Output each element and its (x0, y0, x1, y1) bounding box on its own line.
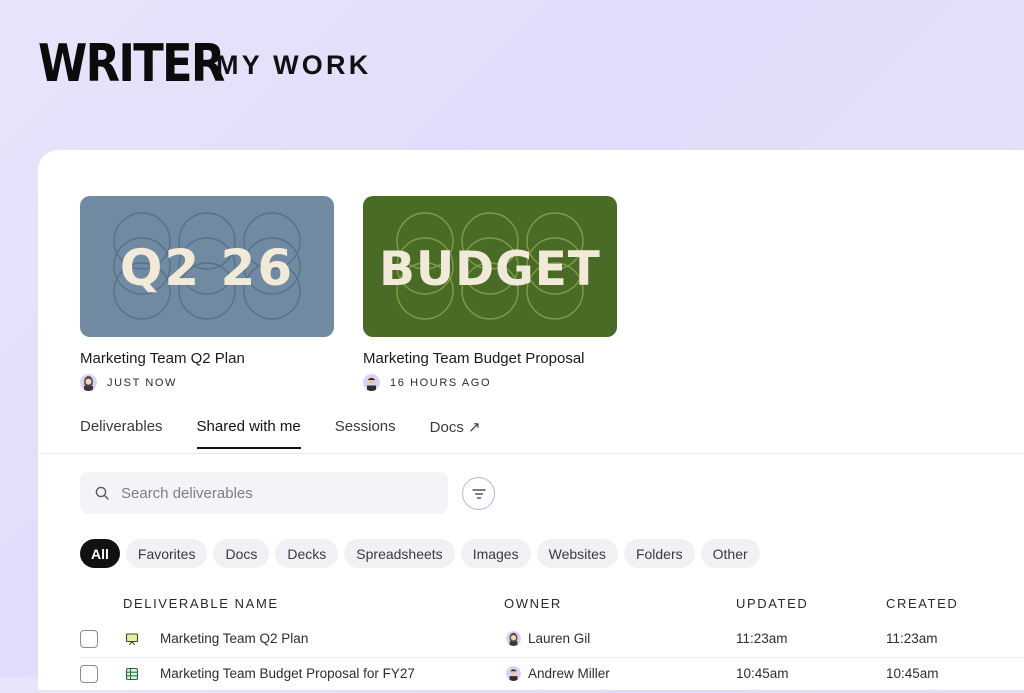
brand-logo[interactable]: WRITER (38, 38, 225, 90)
row-name[interactable]: Marketing Team Budget Proposal for FY27 (160, 666, 415, 681)
row-checkbox[interactable] (80, 630, 98, 648)
owner-name: Andrew Miller (528, 666, 610, 681)
avatar (80, 374, 97, 391)
card-timestamp: JUST NOW (107, 376, 178, 389)
card-title[interactable]: Marketing Team Budget Proposal (363, 350, 617, 367)
table-row[interactable]: Marketing Team Q2 Plan Lauren Gil 11:23a… (38, 623, 1024, 658)
avatar (506, 666, 521, 681)
page-title: MY WORK (216, 50, 372, 80)
chip-other[interactable]: Other (700, 539, 760, 568)
spreadsheet-icon (125, 667, 139, 681)
row-created: 10:45am (886, 666, 939, 681)
column-header-updated[interactable]: UPDATED (736, 596, 808, 611)
row-checkbox[interactable] (80, 665, 98, 683)
chip-decks[interactable]: Decks (275, 539, 339, 568)
thumb-text: Q2 26 (120, 239, 294, 297)
chip-all[interactable]: All (80, 539, 120, 568)
row-name[interactable]: Marketing Team Q2 Plan (160, 631, 308, 646)
divider (38, 453, 1024, 454)
table-row[interactable]: Marketing Team Budget Proposal for FY27 … (38, 658, 1024, 693)
tab-sessions[interactable]: Sessions (335, 418, 396, 449)
filter-icon (471, 488, 486, 500)
row-created: 11:23am (886, 631, 938, 646)
tab-bar: Deliverables Shared with me Sessions Doc… (80, 418, 515, 449)
category-chips: All Favorites Docs Decks Spreadsheets Im… (80, 539, 760, 568)
column-header-created[interactable]: CREATED (886, 596, 958, 611)
avatar (363, 374, 380, 391)
presentation-icon (125, 632, 139, 646)
thumb-text: BUDGET (379, 242, 601, 297)
tab-deliverables[interactable]: Deliverables (80, 418, 163, 449)
chip-spreadsheets[interactable]: Spreadsheets (344, 539, 455, 568)
owner-name: Lauren Gil (528, 631, 591, 646)
filter-button[interactable] (462, 477, 495, 510)
card-title[interactable]: Marketing Team Q2 Plan (80, 350, 334, 367)
tab-shared-with-me[interactable]: Shared with me (196, 418, 301, 449)
column-header-name[interactable]: DELIVERABLE NAME (123, 596, 279, 611)
chip-docs[interactable]: Docs (213, 539, 270, 568)
main-panel: Q2 26 Marketing Team Q2 Plan JUST NOW BU… (38, 150, 1024, 690)
row-owner: Andrew Miller (506, 666, 610, 681)
card-timestamp: 16 HOURS AGO (390, 376, 492, 389)
row-owner: Lauren Gil (506, 631, 590, 646)
card-thumbnail[interactable]: Q2 26 (80, 196, 334, 337)
search-icon (95, 486, 109, 500)
chip-websites[interactable]: Websites (536, 539, 618, 568)
chip-favorites[interactable]: Favorites (125, 539, 208, 568)
tab-docs-external[interactable]: Docs ↗ (430, 418, 481, 449)
chip-folders[interactable]: Folders (623, 539, 695, 568)
card-thumbnail[interactable]: BUDGET (363, 196, 617, 337)
row-updated: 10:45am (736, 666, 789, 681)
search-input[interactable] (119, 483, 423, 503)
search-box[interactable] (80, 472, 448, 514)
avatar (506, 631, 521, 646)
column-header-owner[interactable]: OWNER (504, 596, 562, 611)
row-updated: 11:23am (736, 631, 788, 646)
recent-card-budget-proposal[interactable]: BUDGET Marketing Team Budget Proposal 16… (363, 196, 617, 391)
recent-card-q2-plan[interactable]: Q2 26 Marketing Team Q2 Plan JUST NOW (80, 196, 334, 391)
chip-images[interactable]: Images (460, 539, 531, 568)
